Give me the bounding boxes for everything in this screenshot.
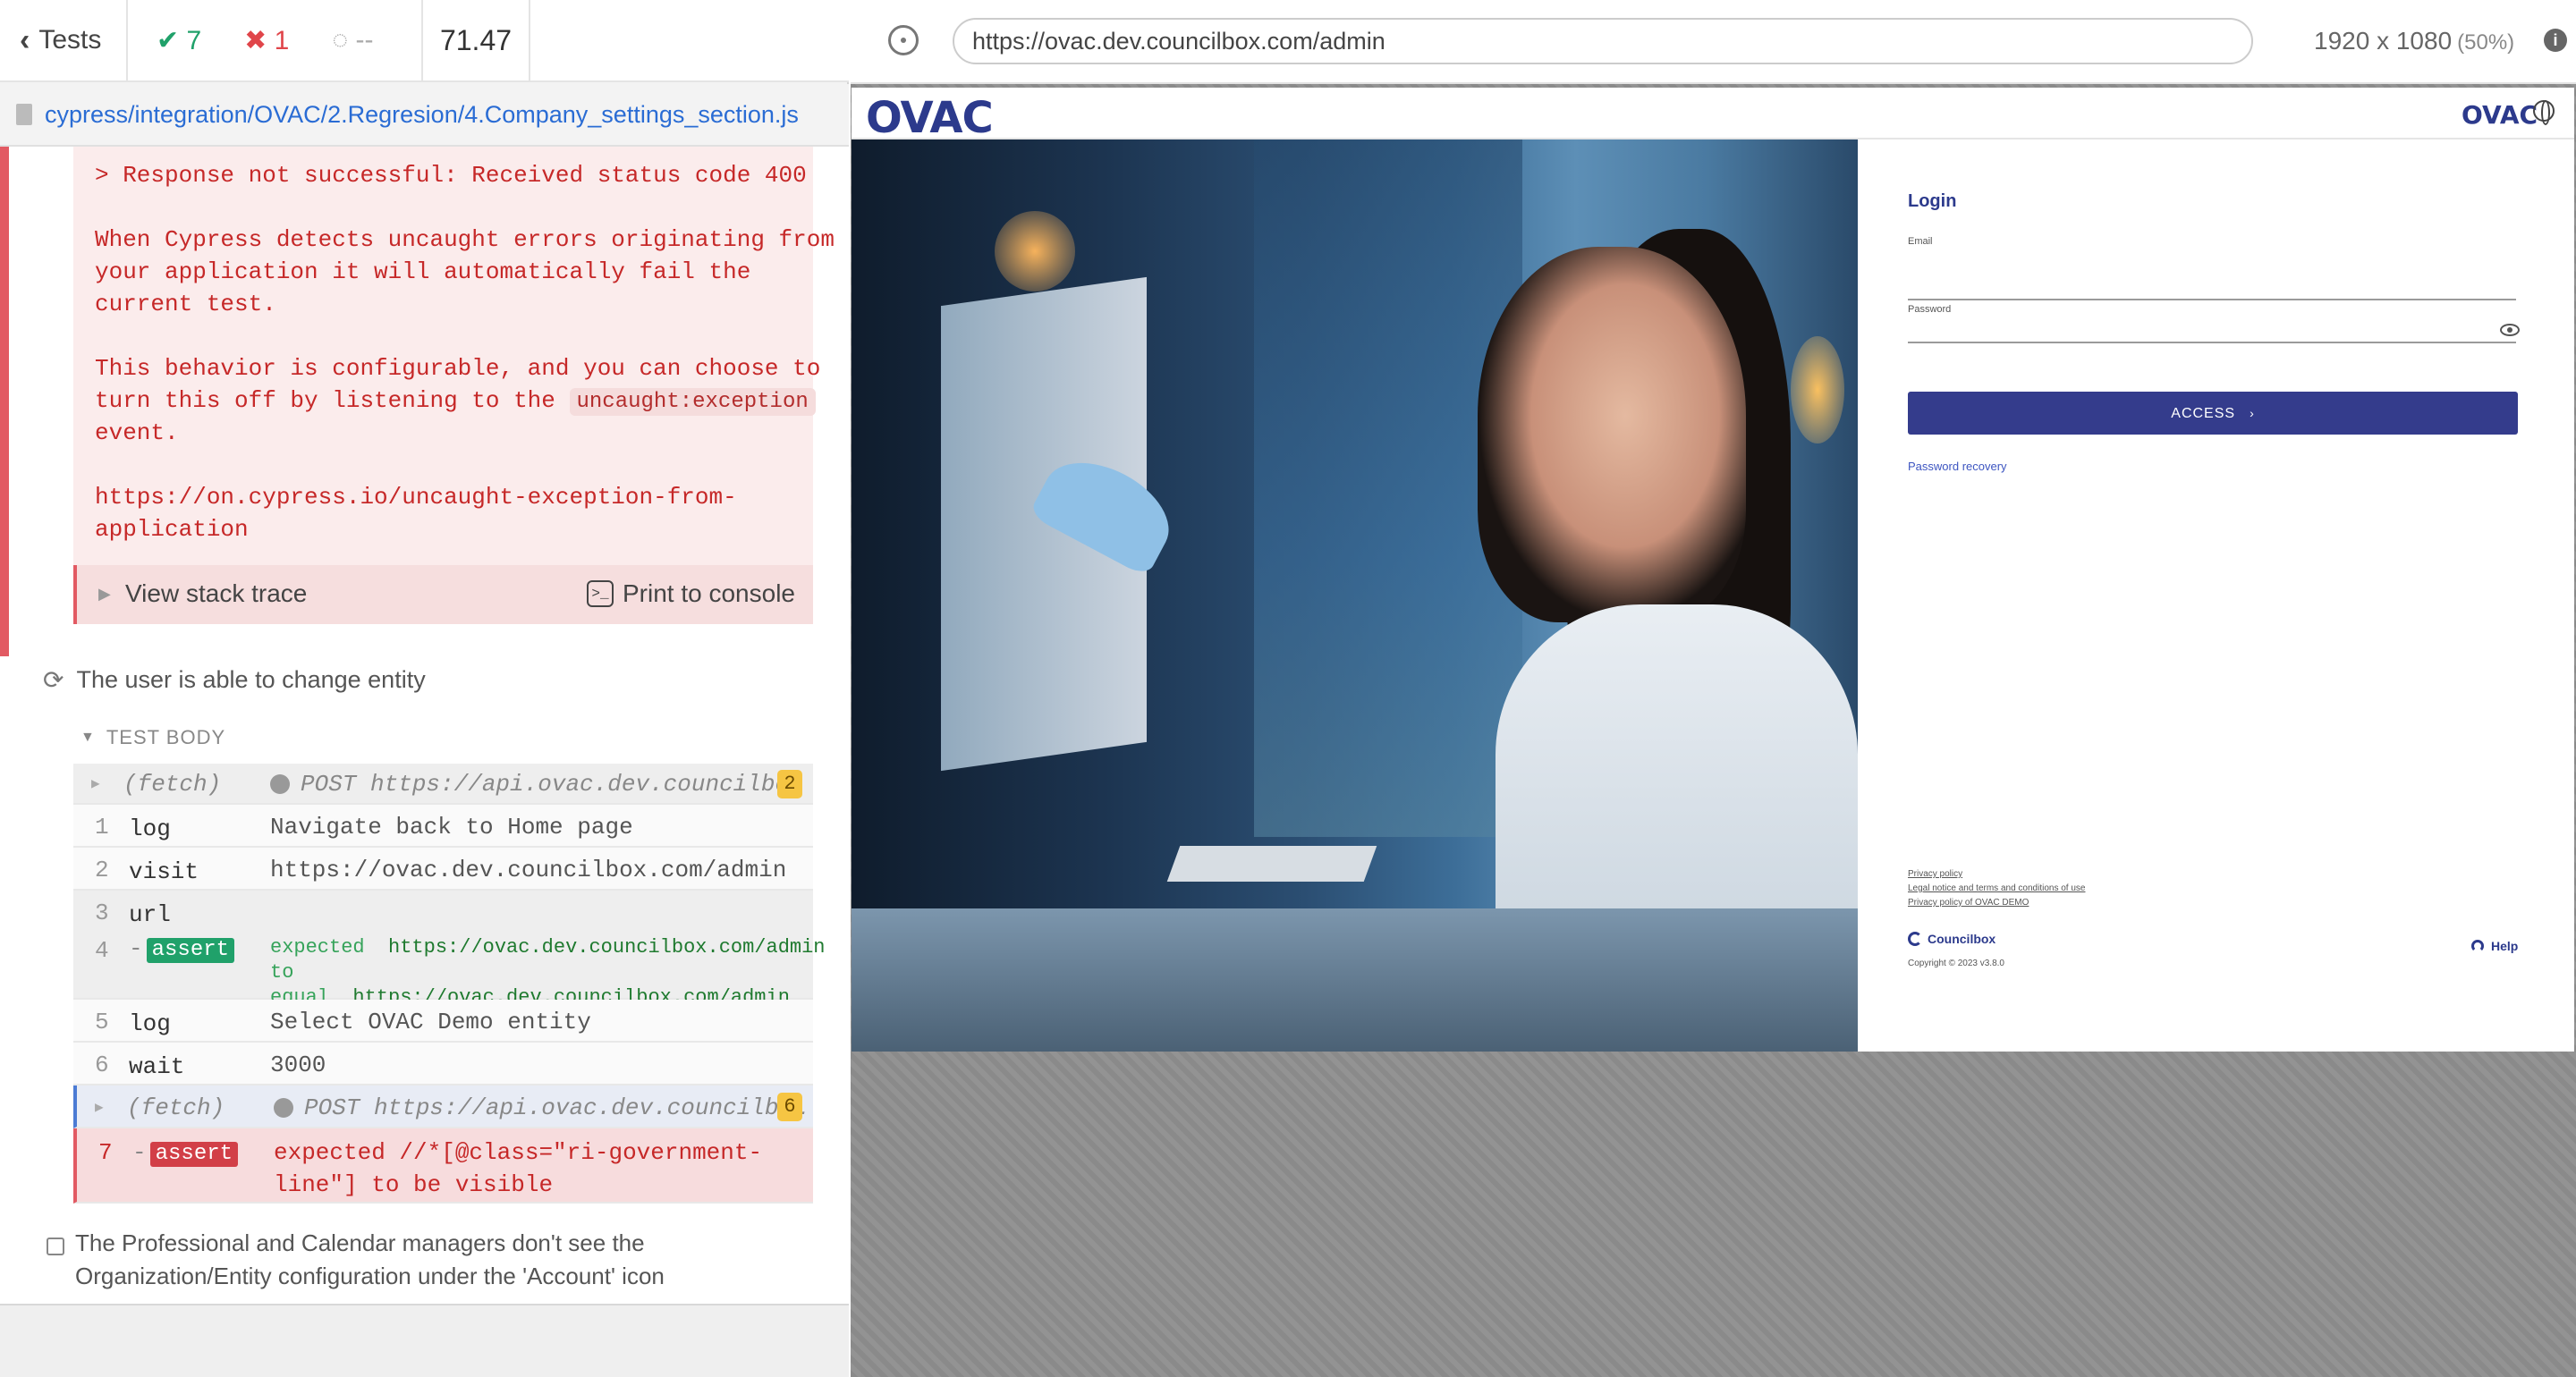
email-field[interactable]	[1908, 274, 2516, 300]
footer-links: Privacy policy Legal notice and terms an…	[1908, 867, 2085, 910]
tests-label: Tests	[38, 25, 102, 55]
failed-count: ✖ 1	[244, 25, 290, 55]
command-row[interactable]: 3 url 4 - assert expected https://ovac.de…	[73, 891, 826, 1009]
spec-path-link[interactable]: cypress/integration/OVAC/2.Regresion/4.C…	[45, 101, 799, 129]
file-icon	[16, 104, 32, 125]
pending-dot-icon	[274, 1098, 293, 1118]
reporter-panel: ‹ Tests ✔ 7 ✖ 1 ◌ -- 71.47 ↕ cypress/int…	[0, 0, 1345, 1377]
chevron-left-icon: ‹	[20, 22, 30, 57]
viewport-size: 1920 x 1080 (50%)	[2314, 27, 2515, 55]
view-stack-trace-toggle[interactable]: View stack trace	[125, 579, 307, 608]
login-title: Login	[1908, 191, 1957, 211]
privacy-policy-link[interactable]: Privacy policy	[1908, 867, 2085, 882]
selector-playground-icon[interactable]	[888, 25, 919, 55]
test-title[interactable]: ⟳ The user is able to change entity	[43, 665, 426, 695]
error-paragraph-line: event.	[95, 419, 179, 446]
aut-url: https://ovac.dev.councilbox.com/admin	[953, 18, 2253, 64]
password-field[interactable]	[1908, 317, 2516, 343]
cypress-runner-window: ‹ Tests ✔ 7 ✖ 1 ◌ -- 71.47 ↕ cypress/int…	[0, 0, 2576, 1377]
pending-count: ◌ --	[332, 25, 374, 55]
request-count-badge: 2	[777, 770, 802, 798]
uncaught-exception-code: uncaught:exception	[569, 388, 816, 416]
info-icon[interactable]: i	[2544, 29, 2567, 52]
test-body-toggle[interactable]: ▼ TEST BODY	[80, 726, 225, 749]
docs-link[interactable]: https://on.cypress.io/uncaught-exception…	[95, 481, 737, 513]
command-row[interactable]: 5 log Select OVAC Demo entity	[73, 1000, 813, 1043]
assert-expected: expected https://ovac.dev.councilbox.com…	[270, 936, 826, 959]
terminal-icon: >_	[587, 580, 614, 607]
fetch-command-row[interactable]: ▶ (fetch) POST https://api.ovac.dev.coun…	[73, 764, 813, 805]
refresh-icon: ⟳	[43, 666, 64, 694]
error-paragraph-line: current test.	[95, 291, 276, 317]
stack-trace-row: ▶ View stack trace >_ Print to console	[73, 565, 813, 624]
caret-right-icon: ▶	[95, 1100, 104, 1116]
fetch-command-row[interactable]: ▶ (fetch) POST https://api.ovac.dev.coun…	[73, 1086, 813, 1128]
failed-test-indicator	[0, 147, 9, 656]
reporter-footer	[0, 1304, 849, 1377]
error-paragraph-line: This behavior is configurable, and you c…	[95, 355, 821, 382]
app-header: OVAC OVAC	[852, 88, 2574, 143]
privacy-policy-demo-link[interactable]: Privacy policy of OVAC DEMO	[1908, 896, 2085, 910]
councilbox-brand: Councilbox	[1908, 932, 1996, 946]
assert-passed-badge: assert	[146, 938, 235, 963]
password-label: Password	[1908, 304, 1952, 315]
legal-notice-link[interactable]: Legal notice and terms and conditions of…	[1908, 882, 2085, 896]
globe-icon[interactable]	[2533, 100, 2555, 125]
error-response-line: > Response not successful: Received stat…	[95, 162, 807, 189]
ovac-logo-small: OVAC	[2462, 100, 2538, 130]
pending-dot-icon	[270, 774, 290, 794]
command-row[interactable]: 2 visit https://ovac.dev.councilbox.com/…	[73, 848, 813, 891]
copyright: Copyright © 2023 v3.8.0	[1908, 959, 2004, 968]
app-viewport: OVAC OVAC Login Email Password ACCESS › …	[852, 88, 2574, 1052]
aut-panel: https://ovac.dev.councilbox.com/admin 19…	[851, 0, 2576, 1377]
error-paragraph-line: your application it will automatically f…	[95, 258, 751, 285]
login-form-panel: Login Email Password ACCESS › Password re…	[1858, 139, 2574, 1052]
chevron-right-icon: ›	[2250, 406, 2255, 420]
help-button[interactable]: Help	[2471, 939, 2518, 953]
caret-down-icon: ▼	[80, 730, 96, 745]
error-paragraph-line: turn this off by listening to the uncaug…	[95, 384, 816, 418]
passed-count: ✔ 7	[157, 25, 202, 55]
help-icon	[2471, 940, 2484, 952]
assert-failed-badge: assert	[149, 1142, 239, 1167]
pending-test-title[interactable]: The Professional and Calendar managers d…	[75, 1227, 755, 1293]
command-row[interactable]: 1 log Navigate back to Home page	[73, 805, 813, 848]
access-button[interactable]: ACCESS ›	[1908, 392, 2518, 435]
run-controls: ↕	[530, 0, 1345, 81]
reporter-stats-bar: ‹ Tests ✔ 7 ✖ 1 ◌ -- 71.47 ↕	[0, 0, 1345, 82]
email-label: Email	[1908, 236, 1933, 247]
test-counts: ✔ 7 ✖ 1 ◌ --	[128, 0, 423, 81]
command-log: > Response not successful: Received stat…	[0, 147, 849, 1304]
spec-path-bar: cypress/integration/OVAC/2.Regresion/4.C…	[0, 84, 849, 147]
print-to-console-button[interactable]: >_ Print to console	[587, 579, 795, 608]
caret-right-icon: ▶	[91, 776, 100, 792]
aut-header: https://ovac.dev.councilbox.com/admin 19…	[851, 0, 2576, 84]
pending-test-checkbox-icon	[47, 1238, 64, 1255]
error-paragraph-line: When Cypress detects uncaught errors ori…	[95, 226, 835, 253]
command-row[interactable]: 6 wait 3000	[73, 1043, 813, 1086]
docs-link[interactable]: application	[95, 513, 249, 545]
login-hero-image	[852, 139, 1858, 1052]
ovac-logo: OVAC	[866, 93, 994, 143]
tests-back-button[interactable]: ‹ Tests	[0, 0, 128, 81]
show-password-icon[interactable]	[2500, 324, 2520, 336]
caret-right-icon: ▶	[98, 585, 111, 603]
request-count-badge: 6	[777, 1093, 802, 1121]
duration: 71.47	[423, 0, 530, 81]
failed-command-row[interactable]: 7 - assert expected //*[@class="ri-govern…	[73, 1128, 813, 1204]
councilbox-logo-icon	[1908, 932, 1922, 946]
password-recovery-link[interactable]: Password recovery	[1908, 460, 2007, 473]
